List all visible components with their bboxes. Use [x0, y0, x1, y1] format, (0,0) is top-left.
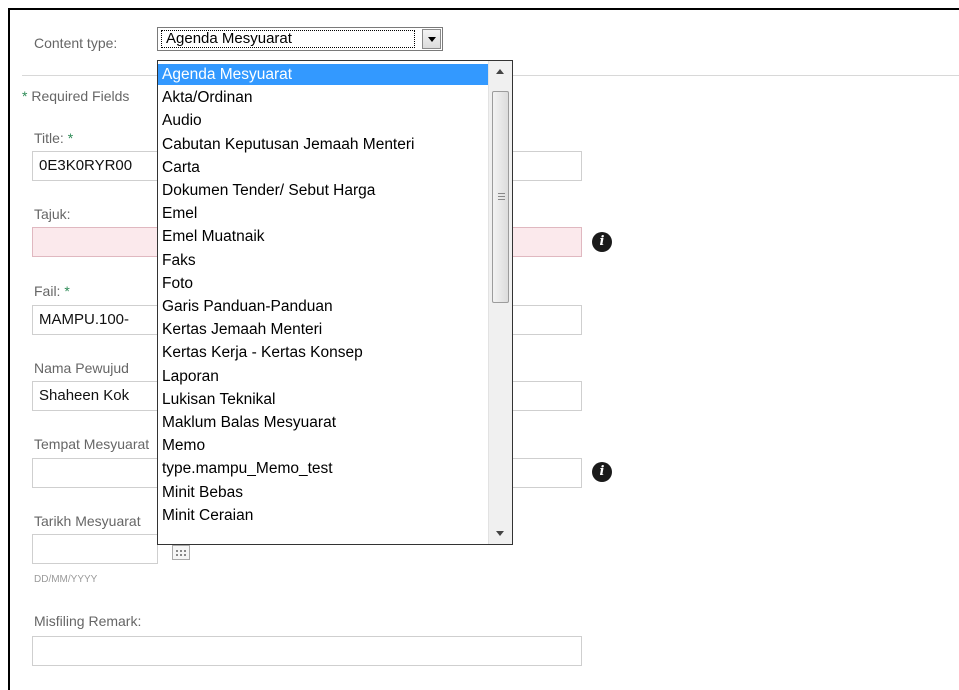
dropdown-option[interactable]: Kertas Kerja - Kertas Konsep: [158, 342, 488, 363]
dropdown-option[interactable]: Minit Bebas: [158, 482, 488, 503]
content-type-label: Content type:: [34, 35, 118, 51]
scroll-up-icon[interactable]: [496, 69, 504, 74]
content-type-select[interactable]: Agenda Mesyuarat: [157, 27, 443, 51]
required-fields-text: Required Fields: [31, 88, 130, 104]
dropdown-option[interactable]: Minit Ceraian: [158, 505, 488, 526]
dropdown-option[interactable]: Kertas Jemaah Menteri: [158, 319, 488, 340]
misfiling-remark-input[interactable]: [32, 636, 582, 666]
dropdown-option[interactable]: Agenda Mesyuarat: [158, 64, 488, 85]
dropdown-option[interactable]: Emel Muatnaik: [158, 226, 488, 247]
chevron-down-icon: [428, 37, 436, 42]
nama-pewujud-label: Nama Pewujud: [34, 360, 129, 376]
required-star: *: [67, 130, 74, 146]
tarikh-mesyuarat-input[interactable]: [32, 534, 158, 564]
content-type-dropdown-list[interactable]: Agenda Mesyuarat Akta/Ordinan Audio Cabutan…: [157, 60, 513, 545]
scroll-down-icon[interactable]: [496, 531, 504, 536]
dropdown-option[interactable]: Lukisan Teknikal: [158, 389, 488, 410]
info-icon[interactable]: i: [592, 232, 612, 252]
misfiling-remark-label: Misfiling Remark:: [34, 613, 142, 629]
dropdown-arrow-button[interactable]: [422, 29, 441, 49]
title-label: Title: *: [34, 130, 73, 146]
tajuk-label: Tajuk:: [34, 206, 71, 222]
required-star: *: [22, 88, 28, 104]
dropdown-option[interactable]: Garis Panduan-Panduan: [158, 296, 488, 317]
required-star: *: [64, 283, 70, 299]
dropdown-option[interactable]: Emel: [158, 203, 488, 224]
dropdown-option[interactable]: Carta: [158, 157, 488, 178]
dropdown-scrollbar[interactable]: [488, 61, 512, 544]
dropdown-option[interactable]: Faks: [158, 250, 488, 271]
dropdown-option[interactable]: Akta/Ordinan: [158, 87, 488, 108]
scrollbar-thumb[interactable]: [492, 91, 509, 303]
dropdown-option[interactable]: Cabutan Keputusan Jemaah Menteri: [158, 134, 488, 155]
dropdown-option[interactable]: Foto: [158, 273, 488, 294]
fail-label: Fail: *: [34, 283, 70, 299]
dropdown-option[interactable]: Dokumen Tender/ Sebut Harga: [158, 180, 488, 201]
date-format-hint: DD/MM/YYYY: [34, 574, 98, 585]
required-fields-note: * Required Fields: [22, 88, 129, 104]
dropdown-option[interactable]: Audio: [158, 110, 488, 131]
dropdown-option[interactable]: Memo: [158, 435, 488, 456]
fail-label-text: Fail:: [34, 283, 61, 299]
title-label-text: Title:: [34, 130, 64, 146]
dropdown-option[interactable]: Laporan: [158, 366, 488, 387]
content-type-selected-value: Agenda Mesyuarat: [161, 30, 415, 48]
calendar-icon[interactable]: [172, 545, 190, 560]
info-icon[interactable]: i: [592, 462, 612, 482]
dropdown-option[interactable]: type.mampu_Memo_test: [158, 458, 488, 479]
tarikh-mesyuarat-label: Tarikh Mesyuarat: [34, 513, 141, 529]
dropdown-option[interactable]: Maklum Balas Mesyuarat: [158, 412, 488, 433]
tempat-mesyuarat-label: Tempat Mesyuarat: [34, 436, 150, 452]
